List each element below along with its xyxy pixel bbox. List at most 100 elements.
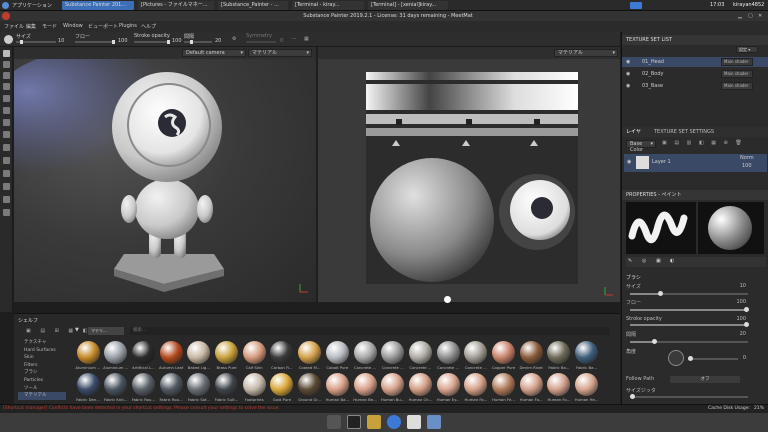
toolbar-options-icon[interactable]: ⋯ — [292, 36, 297, 42]
visibility-eye-icon[interactable]: ◉ — [626, 69, 630, 79]
texture-set-row[interactable]: ◉ 03_Base Main shader — [622, 81, 768, 91]
workspace-indicator[interactable] — [630, 2, 642, 9]
material-thumbnail[interactable]: Human Bu... — [381, 373, 405, 402]
material-thumbnail[interactable]: Concrete ... — [436, 341, 460, 370]
material-thumbnail[interactable]: Fabric Ba... — [547, 341, 571, 370]
tab-texture-set-settings[interactable]: TEXTURE SET SETTINGS — [654, 127, 714, 137]
material-thumbnail[interactable]: Human Fo... — [547, 373, 571, 402]
material-thumbnail[interactable]: Aluminium ... — [103, 341, 128, 370]
material-thumbnail[interactable]: Fabric Den... — [76, 373, 100, 402]
viewport-2d-channel-dropdown[interactable]: マテリアル — [554, 49, 618, 57]
material-thumbnail[interactable]: Human Fa... — [464, 373, 488, 402]
menu-mode[interactable]: モード — [42, 23, 57, 30]
camera-dropdown[interactable]: Default camera — [182, 49, 246, 57]
toolbar-size-slider[interactable] — [16, 40, 56, 44]
material-thumbnail[interactable]: Fabric Rou... — [159, 373, 183, 402]
material-thumbnail[interactable]: Human Fo... — [519, 373, 543, 402]
shelf-category[interactable]: Filters — [18, 362, 66, 370]
app-menu-icon[interactable] — [2, 2, 9, 9]
layer-opacity[interactable]: 100 — [742, 163, 752, 169]
close-icon[interactable]: ✕ — [758, 13, 762, 19]
menu-help[interactable]: ヘルプ — [141, 23, 156, 30]
shelf-category[interactable]: マテリアル — [18, 392, 66, 400]
taskbar-tab-pictures[interactable]: [Pictures - ファイルマネー... — [138, 1, 214, 10]
layer-actions-icons[interactable]: ▣ ▤ ▥ ◧ ▦ ⊕ 🗑 — [662, 140, 745, 146]
prop-flow-slider[interactable] — [630, 307, 749, 312]
applications-menu[interactable]: アプリケーション — [12, 2, 52, 9]
material-thumbnail[interactable]: Human Ch... — [408, 373, 432, 402]
material-thumbnail[interactable]: Aluminium ... — [75, 341, 101, 370]
layer-name[interactable]: Layer 1 — [652, 159, 671, 165]
texture-set-row[interactable]: ◉ 01_Head Main shader — [622, 57, 768, 67]
material-thumbnail[interactable]: Carbon Fi... — [270, 341, 294, 370]
paint-tool-icon[interactable] — [3, 50, 10, 57]
material-thumbnail[interactable]: Footprints — [242, 373, 266, 402]
follow-path-toggle[interactable]: オフ — [670, 376, 740, 383]
material-thumbnail[interactable]: Artificial L... — [131, 341, 155, 370]
material-picker-icon[interactable] — [3, 119, 10, 126]
material-thumbnail[interactable]: Gold Pure — [270, 373, 294, 402]
shelf-category[interactable]: Skin — [18, 354, 66, 362]
render-icon[interactable] — [3, 157, 10, 164]
material-thumbnail[interactable]: Human Ba... — [325, 373, 349, 402]
material-thumbnail[interactable]: Concrete ... — [408, 341, 432, 370]
dock-files-icon[interactable] — [367, 415, 381, 429]
dock-folder-icon[interactable] — [427, 415, 441, 429]
toolbar-extra-icon[interactable]: ▦ — [304, 36, 309, 42]
log-icon[interactable] — [3, 209, 10, 216]
prop-opacity-slider[interactable] — [630, 322, 749, 327]
prop-spacing-slider[interactable] — [630, 339, 748, 344]
shelf-category[interactable]: Particles — [18, 377, 66, 385]
prop-angle-slider[interactable] — [688, 356, 738, 361]
material-thumbnail[interactable]: Human He... — [575, 373, 599, 402]
material-thumbnail[interactable]: Cobalt Pure — [325, 341, 349, 370]
layer-channel-dropdown[interactable]: Base Color — [626, 140, 656, 153]
color-picker-icon[interactable] — [3, 131, 10, 138]
layer-row[interactable]: ◉ Layer 1 Norm 100 — [624, 154, 767, 172]
menu-file[interactable]: ファイル — [4, 23, 24, 30]
toolbar-spacing-slider[interactable] — [184, 40, 212, 44]
taskbar-tab-substance[interactable]: Substance Painter 201... — [62, 1, 134, 10]
stencil-tab-icon[interactable]: ▣ — [656, 258, 661, 264]
shader-dropdown[interactable]: Main shader — [721, 70, 753, 78]
clone-tool-icon[interactable] — [3, 107, 10, 114]
viewport-3d-channel-dropdown[interactable]: マテリアル — [248, 49, 312, 57]
material-thumbnail[interactable]: Concrete ... — [381, 341, 405, 370]
polygon-fill-icon[interactable] — [3, 83, 10, 90]
material-thumbnail[interactable]: Concrete ... — [353, 341, 377, 370]
material-thumbnail[interactable]: Copper Pure — [492, 341, 516, 370]
lazy-mouse-icon[interactable]: ⚙ — [232, 36, 236, 42]
minimize-icon[interactable]: ▁ — [738, 13, 742, 19]
shader-settings-icon[interactable] — [3, 183, 10, 190]
brush-tab-icon[interactable]: ✎ — [628, 258, 632, 264]
uv-texture-sheet[interactable] — [366, 72, 578, 284]
prop-size-jitter-slider[interactable] — [630, 394, 748, 399]
menu-window[interactable]: Window — [63, 23, 83, 29]
light-position-icon[interactable] — [444, 296, 451, 303]
alpha-tab-icon[interactable]: ◎ — [642, 258, 646, 264]
tab-layers[interactable]: レイヤ — [626, 127, 641, 137]
shader-dropdown[interactable]: Main shader — [721, 82, 753, 90]
material-thumbnail[interactable]: Baked Lig... — [187, 341, 211, 370]
material-thumbnail[interactable]: Human Ey... — [436, 373, 460, 402]
menu-viewport[interactable]: ビューポート — [88, 23, 118, 30]
maximize-icon[interactable]: ▢ — [748, 13, 753, 19]
layer-blend-mode[interactable]: Norm — [740, 155, 754, 161]
texture-set-settings-button[interactable]: 設定 ▾ — [736, 46, 758, 53]
visibility-eye-icon[interactable]: ◉ — [626, 57, 630, 67]
toolbar-flow-slider[interactable] — [75, 40, 115, 44]
taskbar-tab-terminal-2[interactable]: [Terminal] - [xenial]kiray... — [368, 1, 448, 10]
material-thumbnail[interactable]: Brass Pure — [215, 341, 239, 370]
bake-icon[interactable] — [3, 144, 10, 151]
material-thumbnail[interactable]: Coated M... — [298, 341, 322, 370]
dock-terminal-icon[interactable] — [347, 415, 361, 429]
prop-size-slider[interactable] — [630, 291, 748, 296]
angle-dial[interactable] — [668, 350, 684, 366]
filter-tag[interactable]: マテリ... — [88, 327, 124, 335]
dock-browser-icon[interactable] — [387, 415, 401, 429]
dock-search-icon[interactable] — [407, 415, 421, 429]
shelf-category[interactable]: ブラシ — [18, 369, 66, 377]
material-thumbnail[interactable]: Fabric Ba... — [575, 341, 599, 370]
shader-dropdown[interactable]: Main shader — [721, 58, 753, 66]
history-icon[interactable] — [3, 196, 10, 203]
